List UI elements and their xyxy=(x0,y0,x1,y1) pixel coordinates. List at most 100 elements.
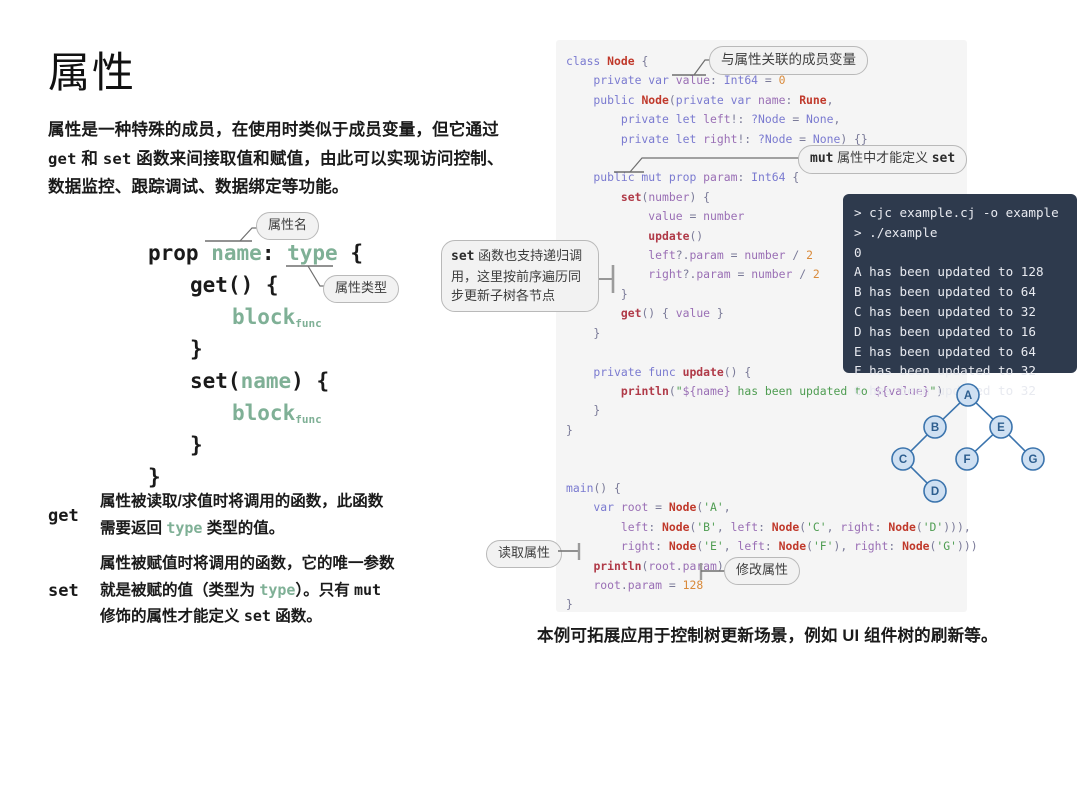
code-token: Node xyxy=(669,500,696,514)
code-token: root xyxy=(621,500,648,514)
code-token: left xyxy=(703,112,730,126)
code-token: 'D' xyxy=(923,520,944,534)
code-token: 'G' xyxy=(936,539,957,553)
tree-node-label-G: G xyxy=(1029,454,1038,466)
tree-node-label-A: A xyxy=(964,390,972,402)
tree-node-label-C: C xyxy=(899,454,907,466)
tree-edge xyxy=(943,403,960,420)
tree-node-label-B: B xyxy=(931,422,939,434)
page-title: 属性 xyxy=(48,50,518,98)
code-line: private let left!: ?Node = None, xyxy=(566,110,978,129)
code-token: None xyxy=(806,112,833,126)
code-token: 128 xyxy=(683,578,704,592)
code-line: } xyxy=(566,595,978,614)
code-token xyxy=(566,520,621,534)
code-token: . xyxy=(676,559,683,573)
terminal-line: C has been updated to 32 xyxy=(854,302,1077,322)
code-token: / xyxy=(785,248,806,262)
definition-get-text: 属性被读取/求值时将调用的函数，此函数需要返回 type 类型的值。 xyxy=(100,489,383,542)
code-token: left xyxy=(648,248,675,262)
code-token: ( xyxy=(669,384,676,398)
code-token: left xyxy=(621,520,648,534)
code-token: } xyxy=(566,403,600,417)
definition-set-line1: 属性被赋值时将调用的函数，它的唯一参数 xyxy=(100,555,395,572)
code-token xyxy=(566,190,621,204)
code-token: public xyxy=(566,93,641,107)
template-line-prop: prop name: type { xyxy=(148,237,478,269)
template-prop-type: type xyxy=(287,241,338,265)
template-line-set-block: blockfunc xyxy=(148,397,478,429)
code-token: !: xyxy=(731,112,752,126)
code-token: () { xyxy=(724,365,751,379)
callout-prop-type: 属性类型 xyxy=(323,275,399,303)
code-token: Node xyxy=(779,539,806,553)
code-token xyxy=(566,578,593,592)
intro-line-1: 属性是一种特殊的成员，在使用时类似于成员变量，但它 xyxy=(48,121,466,139)
code-token: , xyxy=(724,500,731,514)
template-line-set: set(name) { xyxy=(148,365,478,397)
definition-get-type: type xyxy=(166,519,202,537)
code-token: = xyxy=(724,248,745,262)
code-token: right xyxy=(703,132,737,146)
code-token: , xyxy=(827,520,841,534)
callout-write-property: 修改属性 xyxy=(724,557,800,585)
code-token: right xyxy=(621,539,655,553)
code-token: ) xyxy=(717,559,724,573)
code-token: } xyxy=(710,306,724,320)
terminal-line: > ./example xyxy=(854,223,1077,243)
callout-mut-keyword: mut xyxy=(810,151,833,166)
code-token: private var xyxy=(676,93,758,107)
intro-line-2c: 函数来间接取值和赋值，由此可以实现 xyxy=(132,150,421,168)
template-block-set: block xyxy=(232,401,295,425)
code-token: Node xyxy=(669,539,696,553)
code-token: param xyxy=(628,578,662,592)
terminal-line: A has been updated to 128 xyxy=(854,262,1077,282)
tree-nodes: ABECDFG xyxy=(892,384,1044,502)
code-token: Node xyxy=(607,54,634,68)
code-token: = xyxy=(785,112,806,126)
code-token: var xyxy=(566,500,621,514)
code-line: right: Node('E', left: Node('F'), right:… xyxy=(566,537,978,556)
code-token: 'B' xyxy=(696,520,717,534)
code-token: 2 xyxy=(806,248,813,262)
code-token: number xyxy=(744,248,785,262)
terminal-line: B has been updated to 64 xyxy=(854,282,1077,302)
code-line: left: Node('B', left: Node('C', right: N… xyxy=(566,518,978,537)
code-token: , xyxy=(717,520,731,534)
code-token: } xyxy=(566,597,573,611)
intro-keyword-set: set xyxy=(103,150,132,168)
code-token: ))) xyxy=(957,539,978,553)
code-token xyxy=(566,559,593,573)
intro-paragraph: 属性是一种特殊的成员，在使用时类似于成员变量，但它通过 get 和 set 函数… xyxy=(48,116,518,201)
definition-set-text: 属性被赋值时将调用的函数，它的唯一参数就是被赋的值（类型为 type）。只有 m… xyxy=(100,551,395,631)
tree-edge xyxy=(911,467,927,483)
callout-mut-prop: mut 属性中才能定义 set xyxy=(798,145,967,174)
code-line: public Node(private var name: Rune, xyxy=(566,91,978,110)
tree-node-label-E: E xyxy=(997,422,1005,434)
code-token: ${name} xyxy=(683,384,731,398)
code-token xyxy=(566,384,621,398)
template-colon: : xyxy=(262,241,287,265)
definition-set-type: type xyxy=(259,581,295,599)
code-token: 0 xyxy=(779,73,786,87)
code-token: 'E' xyxy=(703,539,724,553)
tree-edge xyxy=(975,435,993,452)
code-token: param xyxy=(696,267,730,281)
code-token xyxy=(566,539,621,553)
code-token: Int64 xyxy=(724,73,758,87)
template-line-get-close: } xyxy=(148,333,478,365)
code-token: () { xyxy=(593,481,620,495)
template-block-get-sub: func xyxy=(295,317,322,330)
callout-member-variable: 与属性关联的成员变量 xyxy=(709,46,868,75)
code-token: : xyxy=(888,539,902,553)
code-token: ( xyxy=(806,539,813,553)
code-token: private let xyxy=(566,112,703,126)
intro-keyword-get: get xyxy=(48,150,77,168)
definition-set: set 属性被赋值时将调用的函数，它的唯一参数就是被赋的值（类型为 type）。… xyxy=(48,551,518,631)
definition-set-kw-mut: mut xyxy=(354,581,381,599)
definition-set-line3b: 函数。 xyxy=(271,608,322,625)
code-token: ( xyxy=(916,520,923,534)
code-token: main xyxy=(566,481,593,495)
definition-set-line3a: 修饰的属性才能定义 xyxy=(100,608,244,625)
template-set-param: name xyxy=(241,369,292,393)
